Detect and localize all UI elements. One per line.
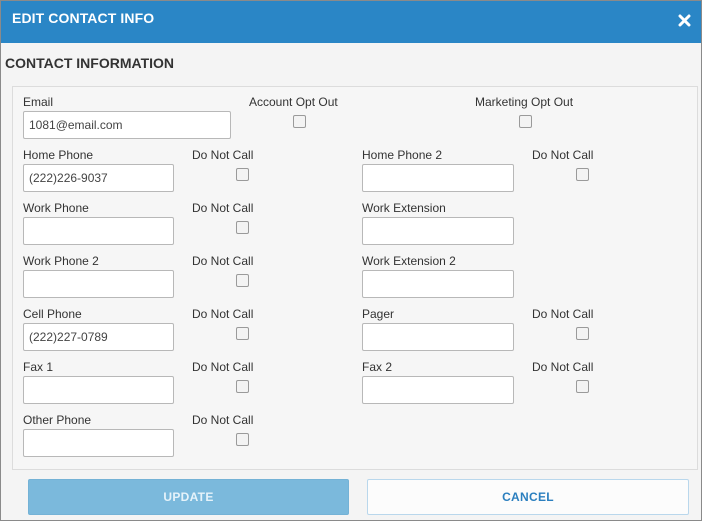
- work-extension-label: Work Extension: [362, 201, 446, 215]
- pager-label: Pager: [362, 307, 395, 321]
- edit-contact-dialog: EDIT CONTACT INFO CONTACT INFORMATION Em…: [0, 0, 702, 521]
- close-icon[interactable]: [673, 9, 695, 31]
- marketing-opt-out-checkbox[interactable]: [519, 115, 532, 128]
- account-opt-out-label: Account Opt Out: [249, 95, 338, 109]
- marketing-opt-out-label: Marketing Opt Out: [475, 95, 574, 109]
- fax-1-label: Fax 1: [23, 360, 54, 374]
- fax-2-dnc-label: Do Not Call: [532, 360, 594, 374]
- fax-1-dnc-checkbox[interactable]: [236, 380, 249, 393]
- other-phone-dnc-checkbox[interactable]: [236, 433, 249, 446]
- work-phone-2-input[interactable]: [23, 270, 174, 298]
- work-phone-2-label: Work Phone 2: [23, 254, 99, 268]
- other-phone-label: Other Phone: [23, 413, 92, 427]
- fax-2-dnc-checkbox[interactable]: [576, 380, 589, 393]
- home-phone-label: Home Phone: [23, 148, 94, 162]
- home-phone-2-dnc-label: Do Not Call: [532, 148, 594, 162]
- home-phone-input[interactable]: [23, 164, 174, 192]
- work-extension-2-label: Work Extension 2: [362, 254, 456, 268]
- cancel-button[interactable]: CANCEL: [367, 479, 689, 515]
- section-title: CONTACT INFORMATION: [5, 55, 175, 71]
- fax-2-label: Fax 2: [362, 360, 393, 374]
- work-extension-input[interactable]: [362, 217, 514, 245]
- cell-phone-dnc-checkbox[interactable]: [236, 327, 249, 340]
- home-phone-2-label: Home Phone 2: [362, 148, 443, 162]
- work-phone-2-dnc-checkbox[interactable]: [236, 274, 249, 287]
- dialog-title: EDIT CONTACT INFO: [12, 10, 155, 26]
- email-label: Email: [23, 95, 54, 109]
- pager-dnc-checkbox[interactable]: [576, 327, 589, 340]
- cell-phone-dnc-label: Do Not Call: [192, 307, 254, 321]
- cell-phone-input[interactable]: [23, 323, 174, 351]
- email-input[interactable]: [23, 111, 231, 139]
- work-phone-label: Work Phone: [23, 201, 89, 215]
- other-phone-input[interactable]: [23, 429, 174, 457]
- fax-1-input[interactable]: [23, 376, 174, 404]
- work-phone-2-dnc-label: Do Not Call: [192, 254, 254, 268]
- work-phone-dnc-label: Do Not Call: [192, 201, 254, 215]
- update-button[interactable]: UPDATE: [28, 479, 349, 515]
- home-phone-dnc-label: Do Not Call: [192, 148, 254, 162]
- work-phone-dnc-checkbox[interactable]: [236, 221, 249, 234]
- pager-input[interactable]: [362, 323, 514, 351]
- account-opt-out-checkbox[interactable]: [293, 115, 306, 128]
- pager-dnc-label: Do Not Call: [532, 307, 594, 321]
- dialog-titlebar: EDIT CONTACT INFO: [1, 1, 701, 43]
- fax-2-input[interactable]: [362, 376, 514, 404]
- work-extension-2-input[interactable]: [362, 270, 514, 298]
- home-phone-2-input[interactable]: [362, 164, 514, 192]
- fax-1-dnc-label: Do Not Call: [192, 360, 254, 374]
- home-phone-2-dnc-checkbox[interactable]: [576, 168, 589, 181]
- other-phone-dnc-label: Do Not Call: [192, 413, 254, 427]
- home-phone-dnc-checkbox[interactable]: [236, 168, 249, 181]
- work-phone-input[interactable]: [23, 217, 174, 245]
- cell-phone-label: Cell Phone: [23, 307, 82, 321]
